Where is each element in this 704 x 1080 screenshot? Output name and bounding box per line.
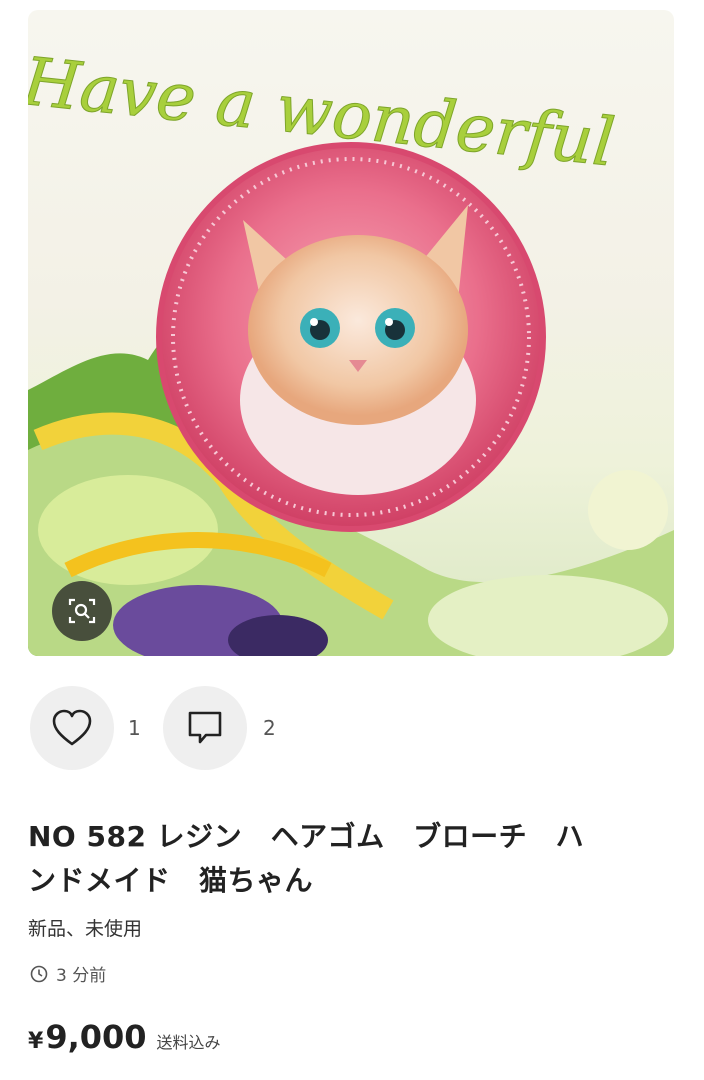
flower xyxy=(588,470,668,550)
cat-head xyxy=(248,235,468,425)
item-condition: 新品、未使用 xyxy=(28,918,143,940)
flower xyxy=(38,475,218,585)
clock-icon xyxy=(30,965,48,982)
image-search-icon xyxy=(68,598,96,624)
eye-highlight xyxy=(385,318,393,326)
image-search-button[interactable] xyxy=(52,581,112,641)
item-title-line: ンドメイド 猫ちゃん xyxy=(28,864,314,897)
posted-time: 3 分前 xyxy=(30,961,106,986)
eye-highlight xyxy=(310,318,318,326)
item-title-line: NO 582 レジン ヘアゴム ブローチ ハ xyxy=(28,820,585,853)
price: ¥ 9,000 送料込み xyxy=(28,1018,221,1056)
comment-count: 2 xyxy=(263,716,276,740)
comment-button[interactable] xyxy=(163,686,247,770)
currency-symbol: ¥ xyxy=(28,1029,44,1054)
price-value: 9,000 xyxy=(45,1018,147,1056)
heart-icon xyxy=(52,709,92,746)
posted-time-text: 3 分前 xyxy=(56,966,107,986)
product-photo[interactable]: Have a wonderful xyxy=(28,10,674,656)
like-count: 1 xyxy=(128,716,141,740)
product-image: Have a wonderful xyxy=(28,42,674,656)
comment-icon xyxy=(188,711,222,744)
item-title: NO 582 レジン ヘアゴム ブローチ ハ ンドメイド 猫ちゃん xyxy=(28,815,678,903)
like-button[interactable] xyxy=(30,686,114,770)
shipping-included: 送料込み xyxy=(156,1033,221,1052)
